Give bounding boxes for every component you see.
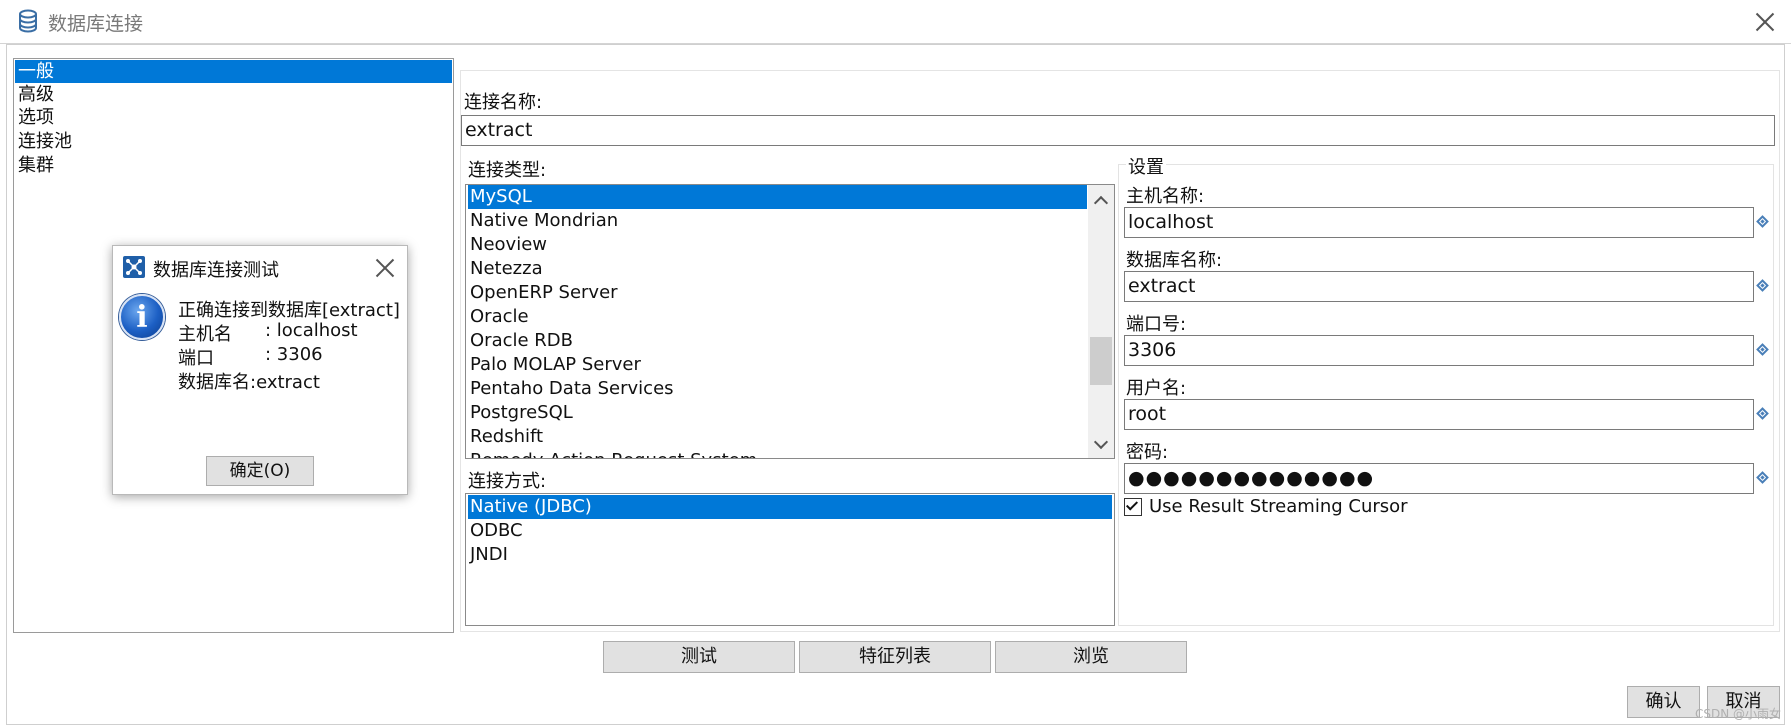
access-method-item[interactable]: ODBC — [468, 519, 523, 543]
category-item-pooling[interactable]: 连接池 — [15, 130, 452, 153]
window-close-icon[interactable] — [1753, 10, 1777, 34]
connection-type-item[interactable]: Neoview — [468, 233, 547, 257]
test-result-message: 正确连接到数据库[extract] — [178, 300, 400, 321]
connection-type-item[interactable]: Native Mondrian — [468, 209, 618, 233]
connection-name-input[interactable]: extract — [461, 115, 1775, 146]
connection-type-item[interactable]: Oracle — [468, 305, 529, 329]
connection-type-scrollbar[interactable] — [1088, 185, 1114, 458]
dialog-ok-button[interactable]: 确定(O) — [206, 456, 314, 486]
port-key: 端口 — [178, 348, 214, 369]
access-method-list: Native (JDBC) ODBC JNDI — [465, 493, 1115, 626]
streaming-cursor-checkbox[interactable] — [1124, 498, 1142, 516]
connection-type-item[interactable]: Pentaho Data Services — [468, 377, 674, 401]
scroll-down-icon[interactable] — [1093, 434, 1109, 450]
test-button[interactable]: 测试 — [603, 641, 795, 673]
title-bar: 数据库连接 — [0, 0, 1791, 44]
port-input[interactable]: 3306 — [1124, 335, 1754, 366]
access-method-label: 连接方式: — [468, 471, 547, 492]
connection-type-item[interactable]: PostgreSQL — [468, 401, 573, 425]
access-method-item[interactable]: Native (JDBC) — [468, 495, 1112, 519]
connection-type-item[interactable]: Netezza — [468, 257, 543, 281]
category-item-options[interactable]: 选项 — [15, 106, 452, 129]
explore-button[interactable]: 浏览 — [995, 641, 1187, 673]
window-title: 数据库连接 — [48, 13, 144, 35]
connection-type-list: MySQL Native Mondrian Neoview Netezza Op… — [465, 184, 1115, 459]
database-icon — [19, 9, 37, 33]
connection-name-label: 连接名称: — [464, 92, 543, 113]
category-item-advanced[interactable]: 高级 — [15, 83, 452, 106]
dialog-title: 数据库连接测试 — [153, 260, 279, 281]
watermark: CSDN @小雨女 — [1694, 707, 1781, 721]
connection-type-label: 连接类型: — [468, 160, 547, 181]
port-label: 端口号: — [1126, 314, 1187, 335]
connection-test-dialog: 数据库连接测试 i 正确连接到数据库[extract] 主机名 : localh… — [112, 245, 408, 495]
category-item-clustering[interactable]: 集群 — [15, 154, 452, 177]
port-value: : 3306 — [265, 344, 323, 365]
host-value: : localhost — [265, 320, 358, 341]
connection-type-item[interactable]: Remedy Action Request System — [468, 449, 757, 458]
info-icon: i — [119, 294, 165, 340]
scrollbar-thumb[interactable] — [1090, 337, 1112, 385]
connection-type-item[interactable]: Palo MOLAP Server — [468, 353, 641, 377]
connection-type-item[interactable]: Oracle RDB — [468, 329, 573, 353]
checkmark-icon — [1125, 498, 1139, 511]
connection-type-item[interactable]: OpenERP Server — [468, 281, 618, 305]
username-label: 用户名: — [1126, 378, 1187, 399]
dialog-close-icon[interactable] — [373, 256, 393, 276]
database-name-label: 数据库名称: — [1126, 250, 1223, 271]
feature-list-button[interactable]: 特征列表 — [799, 641, 991, 673]
host-input[interactable]: localhost — [1124, 207, 1754, 238]
connection-type-item[interactable]: MySQL — [468, 185, 1087, 209]
streaming-cursor-label: Use Result Streaming Cursor — [1149, 496, 1408, 517]
host-key: 主机名 — [178, 324, 232, 345]
settings-group-title: 设置 — [1126, 153, 1166, 179]
category-item-general[interactable]: 一般 — [15, 60, 452, 83]
database-line: 数据库名:extract — [178, 372, 320, 393]
username-input[interactable]: root — [1124, 399, 1754, 430]
scroll-up-icon[interactable] — [1093, 195, 1109, 211]
access-method-item[interactable]: JNDI — [468, 543, 508, 567]
password-label: 密码: — [1126, 442, 1169, 463]
password-input[interactable]: ●●●●●●●●●●●●●● — [1124, 463, 1754, 494]
ok-button[interactable]: 确认 — [1627, 686, 1700, 718]
database-name-input[interactable]: extract — [1124, 271, 1754, 302]
connection-type-item[interactable]: Redshift — [468, 425, 543, 449]
app-logo-icon — [123, 256, 145, 278]
host-label: 主机名称: — [1126, 186, 1205, 207]
